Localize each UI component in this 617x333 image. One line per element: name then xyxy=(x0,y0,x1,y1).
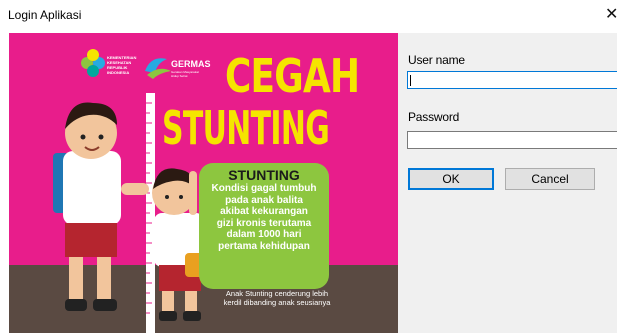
text-caret xyxy=(410,75,411,86)
cancel-button[interactable]: Cancel xyxy=(505,168,595,190)
card-line: akibat kekurangan xyxy=(220,206,308,217)
card-title: STUNTING xyxy=(228,167,300,183)
card-line: pada anak balita xyxy=(225,194,303,206)
footer-text: Anak Stunting cenderung lebih kerdil dib… xyxy=(209,289,345,307)
ok-button[interactable]: OK xyxy=(408,168,494,190)
card-line: dalam 1000 hari xyxy=(226,229,302,240)
login-form-panel: User name Password OK Cancel xyxy=(398,33,617,333)
card-line: gizi kronis terutama xyxy=(216,217,312,229)
germas-tagline: Gerakan Masyarakat Hidup Sehat xyxy=(171,70,199,78)
title-bar: Login Aplikasi ✕ xyxy=(0,0,617,33)
germas-logo xyxy=(145,58,171,79)
height-ruler xyxy=(146,93,155,333)
close-icon[interactable]: ✕ xyxy=(605,4,617,24)
headline-cegah: CEGAH xyxy=(225,49,360,103)
footer-line: kerdil dibanding anak seusianya xyxy=(223,298,331,307)
window-title: Login Aplikasi xyxy=(8,8,82,22)
footer-line: Anak Stunting cenderung lebih xyxy=(225,289,329,298)
password-label: Password xyxy=(408,110,460,124)
cegah-stunting-poster: KEMENTERIAN KESEHATAN REPUBLIK INDONESIA… xyxy=(9,33,398,333)
kemenkes-text: KEMENTERIAN KESEHATAN REPUBLIK INDONESIA xyxy=(107,55,136,75)
card-line: Kondisi gagal tumbuh xyxy=(211,183,317,194)
card-line: pertama kehidupan xyxy=(218,240,310,252)
password-input[interactable] xyxy=(407,131,617,149)
username-label: User name xyxy=(408,53,465,67)
username-input[interactable] xyxy=(407,71,617,89)
germas-wordmark: GERMAS xyxy=(171,59,211,69)
card-text: STUNTING Kondisi gagal tumbuh pada anak … xyxy=(201,167,327,252)
ministry-line: INDONESIA xyxy=(107,70,130,75)
headline-stunting: STUNTING xyxy=(162,101,330,155)
kemenkes-logo xyxy=(81,49,105,77)
